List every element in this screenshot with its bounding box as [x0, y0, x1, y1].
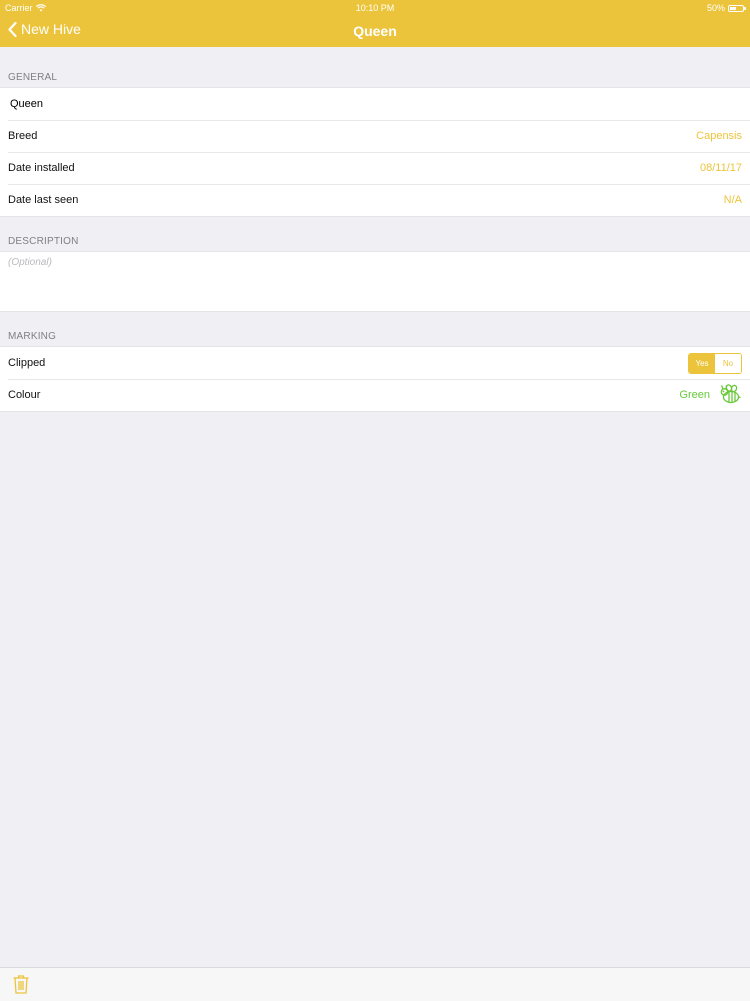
name-row	[0, 88, 750, 120]
clipped-row: Clipped Yes No	[0, 347, 750, 379]
breed-value: Capensis	[696, 130, 742, 142]
date-last-seen-value: N/A	[723, 194, 742, 206]
section-header-general: GENERAL	[8, 72, 58, 83]
queen-name-input[interactable]	[8, 98, 742, 110]
date-installed-value: 08/11/17	[699, 162, 742, 174]
clipped-label: Clipped	[8, 357, 46, 369]
description-input[interactable]	[0, 252, 750, 311]
back-button-label: New Hive	[21, 21, 81, 37]
section-header-marking: MARKING	[8, 331, 57, 342]
clipped-yes-segment[interactable]: Yes	[689, 353, 715, 373]
navigation-bar: New Hive Queen	[0, 15, 750, 47]
bottom-toolbar	[0, 967, 750, 1001]
date-last-seen-label: Date last seen	[8, 194, 79, 206]
colour-label: Colour	[8, 389, 41, 401]
clipped-segmented-control: Yes No	[688, 352, 742, 374]
colour-value: Green	[679, 389, 710, 401]
marking-group: Clipped Yes No Colour Green	[0, 346, 750, 412]
clipped-no-segment[interactable]: No	[715, 353, 741, 373]
general-group: Breed Capensis Date installed 08/11/17 D…	[0, 87, 750, 217]
battery-status: 50%	[706, 3, 746, 13]
battery-percent: 50%	[706, 3, 725, 13]
chevron-left-icon	[8, 21, 17, 37]
page-title: Queen	[353, 23, 397, 39]
colour-selection: Green	[679, 383, 742, 407]
top-bar: Carrier 10:10 PM 50% New Hive Queen	[0, 0, 750, 47]
description-box	[0, 251, 750, 312]
back-button[interactable]: New Hive	[8, 21, 81, 37]
colour-row[interactable]: Colour Green	[0, 379, 750, 411]
delete-button[interactable]	[12, 974, 30, 999]
date-installed-row[interactable]: Date installed 08/11/17	[0, 152, 750, 184]
status-time: 10:10 PM	[355, 3, 395, 13]
status-bar: Carrier 10:10 PM 50%	[0, 0, 750, 15]
date-last-seen-row[interactable]: Date last seen N/A	[0, 184, 750, 216]
trash-icon	[13, 975, 29, 994]
breed-row[interactable]: Breed Capensis	[0, 120, 750, 152]
date-installed-label: Date installed	[8, 162, 75, 174]
battery-icon	[728, 4, 746, 12]
section-header-description: DESCRIPTION	[8, 236, 79, 247]
bee-icon	[720, 384, 741, 404]
breed-label: Breed	[8, 130, 38, 142]
